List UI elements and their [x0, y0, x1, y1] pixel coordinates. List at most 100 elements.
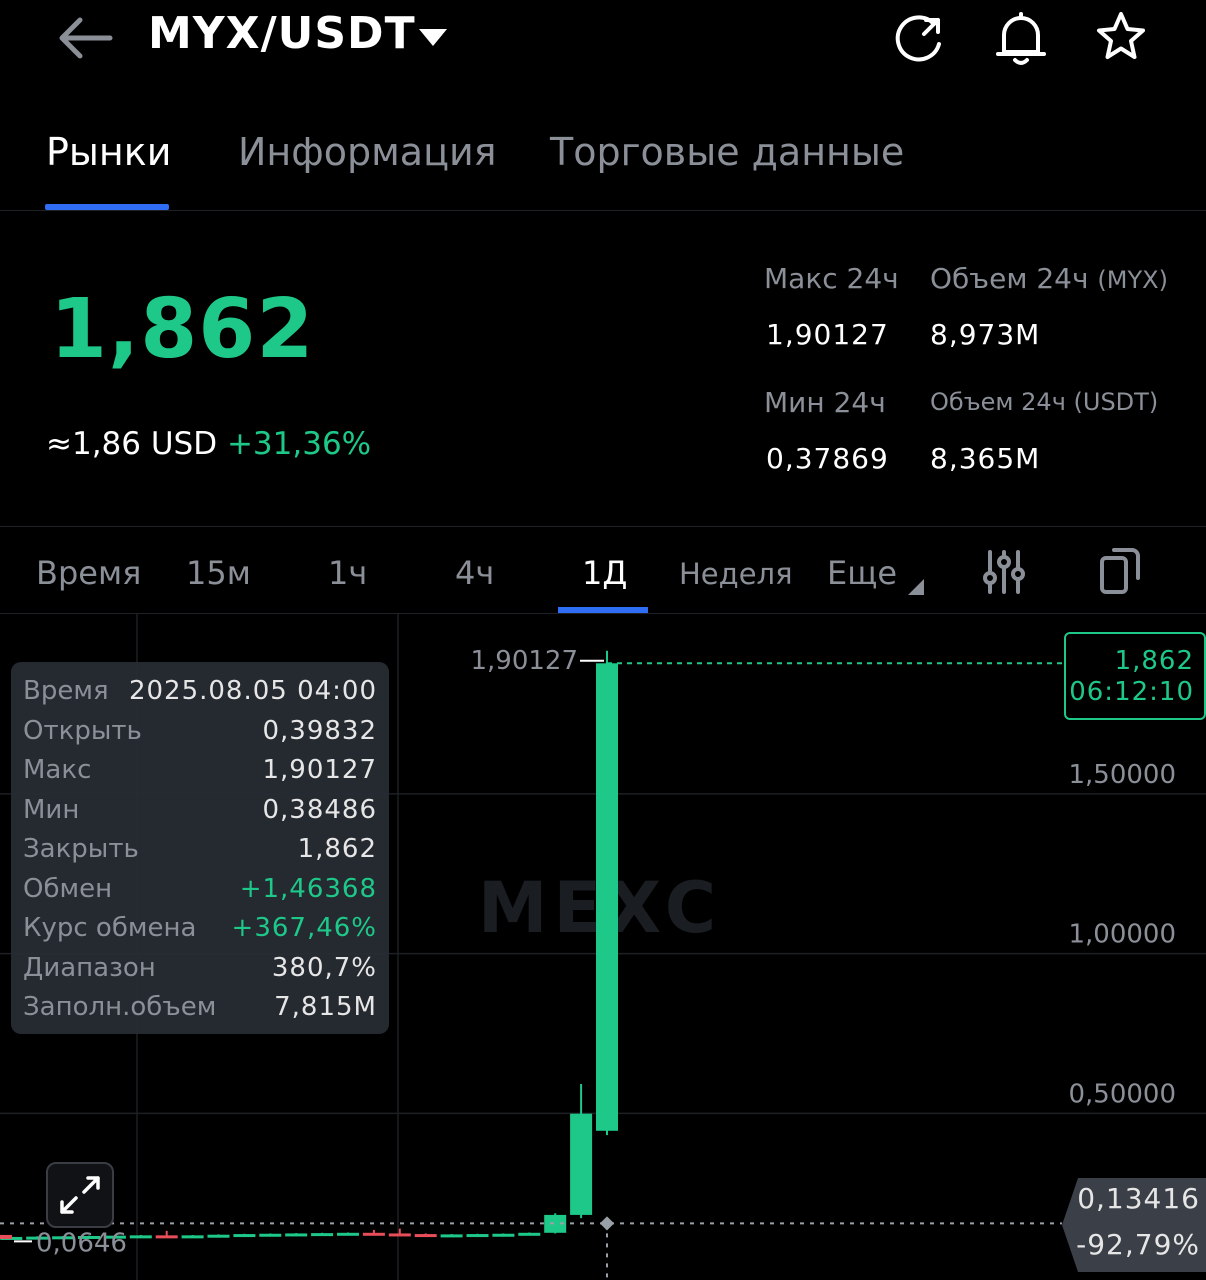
- vol-quote-value: 8,365M: [930, 442, 1041, 475]
- rotate-phone-icon: [1100, 548, 1140, 594]
- tooltip-row: Закрыть 1,862: [23, 834, 377, 870]
- candle-body: [181, 1235, 204, 1239]
- candle-info-tooltip: Время 2025.08.05 04:00 Открыть 0,39832 Макс 1…: [11, 662, 389, 1034]
- candle-body: [596, 663, 618, 1131]
- vol-base-label-text: Объем 24ч: [930, 262, 1089, 295]
- crosshair-change: -92,79%: [1076, 1228, 1200, 1261]
- candle-body: [129, 1235, 152, 1239]
- y-tick-label: 1,50000: [1068, 760, 1176, 790]
- star-icon: [1097, 12, 1145, 59]
- dropdown-caret-icon: [419, 29, 447, 46]
- back-arrow-icon: [59, 17, 113, 59]
- tooltip-row: Диапазон 380,7%: [23, 953, 377, 989]
- tooltip-value: 0,39832: [262, 715, 377, 746]
- bell-icon: [996, 12, 1046, 65]
- crosshair-dot: [599, 1216, 615, 1231]
- candle-body: [337, 1232, 359, 1236]
- tf-15m[interactable]: 15м: [186, 554, 251, 592]
- tooltip-key: Курс обмена: [23, 913, 197, 943]
- tooltip-value: 1,90127: [262, 755, 377, 785]
- candle-body: [466, 1234, 489, 1238]
- tooltip-row: Время 2025.08.05 04:00: [23, 676, 377, 712]
- crosshair-price: 0,13416: [1077, 1182, 1200, 1215]
- current-price-label: 1,862: [1114, 646, 1194, 676]
- candle-body: [155, 1235, 178, 1239]
- tab-markets[interactable]: Рынки: [46, 130, 171, 174]
- candle-body: [570, 1113, 593, 1215]
- y-axis-labels: 1,50000 1,00000 0,50000: [1068, 760, 1176, 1109]
- corner-caret-icon: [908, 579, 925, 595]
- low-24h-value: 0,37869: [766, 442, 889, 475]
- usd-price: ≈1,86 USD: [46, 426, 218, 462]
- tf-4h[interactable]: 4ч: [455, 554, 494, 592]
- price-change-percent: +31,36%: [226, 426, 372, 462]
- alert-button[interactable]: [992, 8, 1050, 68]
- current-price-box: 1,862 06:12:10: [1064, 632, 1206, 720]
- candle-body: [414, 1234, 437, 1238]
- tooltip-row: Обмен +1,46368: [23, 874, 377, 910]
- share-refresh-icon: [895, 15, 941, 62]
- candle-body: [233, 1234, 256, 1238]
- pair-title[interactable]: MYX/USDT: [148, 8, 416, 59]
- back-button[interactable]: [52, 10, 116, 66]
- pair-name: MYX/USDT: [148, 8, 416, 59]
- favorite-button[interactable]: [1092, 8, 1150, 66]
- tf-1h[interactable]: 1ч: [328, 554, 367, 592]
- tooltip-key: Диапазон: [23, 952, 156, 983]
- share-button[interactable]: [890, 10, 948, 68]
- crosshair-price-label: 0,13416 -92,79%: [1062, 1178, 1206, 1272]
- high-marker-label: 1,90127: [470, 646, 578, 676]
- vol-quote-label: Объем 24ч (USDT): [930, 388, 1158, 416]
- usd-price-line: ≈1,86 USD +31,36%: [46, 426, 371, 462]
- tooltip-key: Открыть: [23, 715, 142, 746]
- indicator-settings-button[interactable]: [982, 548, 1026, 596]
- tooltip-key: Заполн.объем: [23, 992, 217, 1022]
- candle-body: [362, 1232, 385, 1236]
- candle-body: [0, 1234, 12, 1239]
- tooltip-value: +367,46%: [231, 913, 377, 943]
- candle-body: [518, 1232, 541, 1236]
- tf-more[interactable]: Еще: [827, 554, 925, 596]
- high-24h-label: Макс 24ч: [764, 262, 899, 295]
- pair-dropdown-button[interactable]: [416, 26, 450, 50]
- candle-body: [388, 1233, 411, 1237]
- vol-quote-unit: (USDT): [1073, 388, 1159, 416]
- tooltip-key: Обмен: [23, 873, 113, 904]
- candle-body: [259, 1233, 282, 1237]
- candle-body: [492, 1233, 515, 1237]
- last-price: 1,862: [50, 282, 315, 377]
- y-tick-label: 0,50000: [1068, 1079, 1176, 1109]
- tooltip-value: +1,46368: [239, 873, 377, 904]
- tf-more-label: Еще: [827, 554, 898, 592]
- tf-time[interactable]: Время: [36, 554, 141, 592]
- vol-quote-label-text: Объем 24ч: [930, 388, 1066, 416]
- tooltip-row: Заполн.объем 7,815M: [23, 992, 377, 1028]
- tooltip-value: 1,862: [297, 834, 377, 864]
- tf-week[interactable]: Неделя: [679, 557, 793, 591]
- tab-trade-data[interactable]: Торговые данные: [550, 130, 904, 174]
- high-24h-value: 1,90127: [766, 318, 889, 351]
- candle-body: [285, 1233, 308, 1237]
- tooltip-value: 2025.08.05 04:00: [128, 676, 377, 706]
- rotate-screen-button[interactable]: [1098, 546, 1142, 596]
- fullscreen-button[interactable]: [46, 1162, 114, 1228]
- vol-base-value: 8,973M: [930, 318, 1041, 351]
- tooltip-value: 380,7%: [271, 952, 377, 983]
- tooltip-value: 7,815M: [274, 992, 377, 1022]
- y-tick-label: 1,00000: [1068, 920, 1176, 950]
- tooltip-row: Макс 1,90127: [23, 755, 377, 791]
- candle-countdown: 06:12:10: [1069, 677, 1194, 707]
- tab-info[interactable]: Информация: [238, 130, 497, 174]
- low-marker-label: 0,0646: [36, 1228, 127, 1258]
- vol-base-label: Объем 24ч (MYX): [930, 262, 1168, 295]
- low-24h-label: Мин 24ч: [764, 386, 886, 419]
- tf-1d[interactable]: 1Д: [582, 554, 627, 592]
- tooltip-row: Курс обмена +367,46%: [23, 913, 377, 949]
- expand-icon: [60, 1176, 100, 1214]
- vol-base-unit: (MYX): [1097, 266, 1168, 294]
- sliders-icon: [983, 550, 1025, 594]
- stats-divider: [0, 526, 1206, 527]
- tabs-divider: [0, 210, 1206, 211]
- tooltip-key: Макс: [23, 755, 92, 785]
- tooltip-row: Открыть 0,39832: [23, 716, 377, 752]
